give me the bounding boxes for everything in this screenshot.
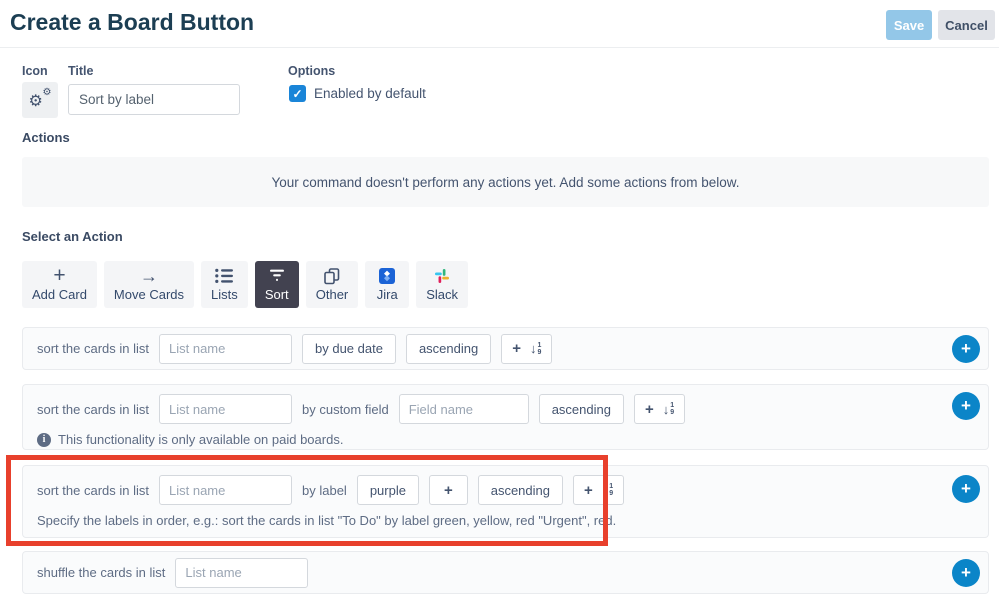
check-icon: ✓ [292,86,303,101]
enabled-by-default-checkbox[interactable]: ✓ [289,85,306,102]
add-sort-criteria-button[interactable]: + ↓ 1 9 [573,475,625,505]
plus-icon: + [644,400,654,418]
save-button[interactable]: Save [886,10,932,40]
sort-order-select[interactable]: ascending [477,475,563,505]
create-board-button-page: Create a Board Button Save Cancel Icon T… [0,0,999,608]
icon-field-label: Icon [22,64,48,78]
tab-move-cards[interactable]: → Move Cards [103,261,194,308]
action-row-sort-by-due-date: sort the cards in list by due date ascen… [22,327,989,370]
sort-numeric-icon: ↓ 1 9 [601,482,614,498]
tab-label: Other [315,287,349,302]
plus-icon: + [53,264,66,287]
header-divider [0,47,999,48]
add-label-button[interactable]: + [428,475,468,505]
add-sort-criteria-button[interactable]: + ↓ 1 9 [633,394,686,424]
tab-label: Jira [376,287,398,302]
list-name-input[interactable] [159,333,292,364]
list-name-input[interactable] [159,475,292,505]
filter-icon [269,268,285,284]
add-action-button[interactable]: + [952,559,980,587]
actions-section-label: Actions [22,130,70,145]
tab-lists[interactable]: Lists [201,261,248,308]
enabled-by-default-label: Enabled by default [314,86,426,101]
gear-icon: ⚙ ⚙ [28,87,52,110]
tab-label: Lists [211,287,238,302]
tab-slack[interactable]: Slack [416,261,469,308]
plus-icon: + [584,481,593,499]
label-order-note: Specify the labels in order, e.g.: sort … [23,513,988,528]
action-row-content: sort the cards in list by custom field a… [23,394,988,424]
sort-order-select[interactable]: ascending [538,394,624,424]
add-action-button[interactable]: + [952,335,980,363]
by-label-text: by label [302,482,347,498]
sort-numeric-icon: ↓ 1 9 [530,341,542,356]
cancel-button[interactable]: Cancel [938,10,995,40]
tab-jira[interactable]: Jira [365,261,410,308]
tab-label: Add Card [32,287,87,302]
plus-icon: + [961,563,971,582]
add-action-button[interactable]: + [952,392,980,420]
tab-label: Move Cards [113,287,184,302]
select-action-label: Select an Action [22,229,123,244]
sort-numeric-icon: ↓ 1 9 [662,401,675,417]
options-field-label: Options [288,64,336,78]
tab-sort[interactable]: Sort [254,261,299,308]
page-title: Create a Board Button [10,9,255,35]
action-row-content: shuffle the cards in list [23,552,988,593]
action-lead-text: shuffle the cards in list [37,565,166,580]
action-tabs: + Add Card → Move Cards Lists Sort Other… [22,261,469,308]
title-input[interactable] [68,84,240,115]
action-row-content: sort the cards in list by label purple +… [23,475,988,505]
action-lead-text: sort the cards in list [37,401,149,417]
note-text: Specify the labels in order, e.g.: sort … [37,513,617,528]
actions-empty-state: Your command doesn't perform any actions… [22,157,989,207]
arrow-right-icon: → [139,266,158,286]
note-text: This functionality is only available on … [58,432,344,447]
tab-add-card[interactable]: + Add Card [22,261,97,308]
field-name-input[interactable] [398,394,529,424]
tab-label: Sort [264,287,289,302]
add-sort-criteria-button[interactable]: + ↓ 1 9 [501,333,553,364]
info-icon: i [37,432,51,447]
action-lead-text: sort the cards in list [37,341,149,356]
slack-icon [434,268,450,284]
label-select[interactable]: purple [356,475,419,505]
list-name-input[interactable] [175,557,309,588]
plus-icon: + [443,481,453,499]
sort-field-select[interactable]: by due date [302,333,396,364]
add-action-button[interactable]: + [952,475,980,503]
tab-label: Slack [426,287,459,302]
action-lead-text: sort the cards in list [37,482,149,498]
plus-icon: + [961,339,971,358]
jira-icon [379,268,396,284]
plus-icon: + [961,396,971,415]
action-row-content: sort the cards in list by due date ascen… [23,328,988,369]
paid-boards-note: i This functionality is only available o… [23,432,988,447]
plus-icon: + [512,340,521,357]
plus-icon: + [961,479,971,498]
action-row-sort-by-label: sort the cards in list by label purple +… [22,465,989,538]
icon-picker-button[interactable]: ⚙ ⚙ [22,82,58,118]
sort-order-select[interactable]: ascending [405,333,492,364]
copy-icon [324,268,340,285]
list-icon [215,268,234,284]
action-row-sort-by-custom-field: sort the cards in list by custom field a… [22,384,989,450]
actions-empty-message: Your command doesn't perform any actions… [271,174,740,190]
title-field-label: Title [68,64,94,78]
by-custom-field-text: by custom field [302,401,389,417]
tab-other[interactable]: Other [305,261,359,308]
list-name-input[interactable] [159,394,292,424]
action-row-shuffle: shuffle the cards in list + [22,551,989,594]
